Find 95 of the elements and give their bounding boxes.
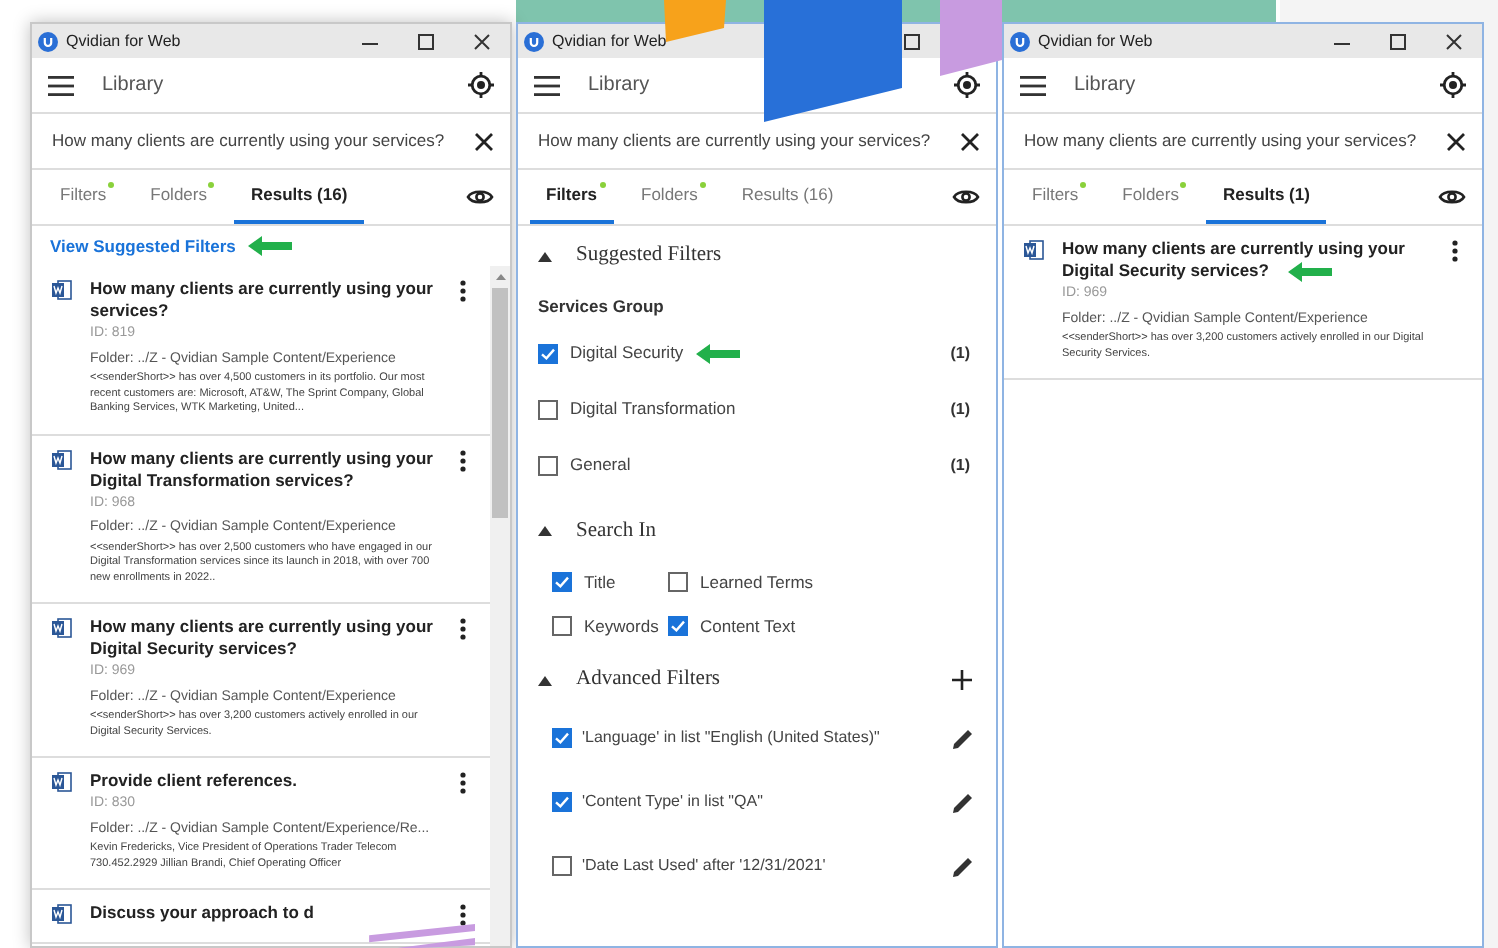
result-title[interactable]: Discuss your approach to d [90,902,448,924]
advanced-filter-label[interactable]: 'Content Type' in list "QA" [582,790,763,815]
pencil-icon[interactable] [952,791,974,814]
close-icon[interactable] [474,131,494,151]
window-title: Qvidian for Web [66,29,181,53]
filter-count: (1) [950,341,970,366]
more-options-icon[interactable] [460,904,466,926]
more-options-icon[interactable] [460,449,466,471]
app-logo-icon [524,31,544,51]
checkbox[interactable] [552,792,572,813]
tab[interactable]: Results (1) [1206,170,1326,224]
word-document-icon [52,280,72,300]
menu-icon[interactable] [534,75,560,95]
library-title: Library [1074,72,1136,100]
word-document-icon [52,449,72,469]
word-document-icon [52,618,72,638]
close-icon[interactable] [1446,131,1466,151]
scroll-up-icon[interactable] [495,274,505,280]
window-title: Qvidian for Web [1038,29,1153,53]
decorative-shape [940,0,1002,76]
tab[interactable]: Folders [134,170,223,224]
search-in-option-label[interactable]: Content Text [700,613,796,639]
search-field[interactable]: How many clients are currently using your services? [32,114,510,170]
section-title[interactable]: Advanced Filters [576,664,721,697]
section-title[interactable]: Search In [576,515,656,548]
filter-option-label[interactable]: General [570,452,631,479]
checkbox[interactable] [552,728,572,749]
more-options-icon[interactable] [460,772,466,794]
checkbox[interactable] [668,615,688,636]
eye-icon[interactable] [1438,188,1466,206]
advanced-filter-label[interactable]: 'Date Last Used' after '12/31/2021' [582,854,826,879]
pencil-icon[interactable] [952,855,974,878]
close-icon[interactable] [472,31,492,51]
library-title: Library [102,72,164,100]
filter-count: (1) [950,397,970,422]
word-document-icon [52,772,72,792]
add-icon[interactable] [952,670,972,691]
pencil-icon[interactable] [952,727,974,750]
target-icon[interactable] [468,72,494,98]
tab[interactable]: Filters [530,170,614,224]
app-logo-icon [1010,31,1030,51]
close-icon[interactable] [960,131,980,151]
scrollbar-thumb[interactable] [492,288,508,518]
view-suggested-filters-link[interactable]: View Suggested Filters [50,233,236,259]
library-title: Library [588,72,650,100]
group-title: Services Group [538,294,666,320]
eye-icon[interactable] [466,188,494,206]
result-title[interactable]: How many clients are currently using your Digital Security services? [1062,238,1440,282]
result-title[interactable]: How many clients are currently using your services? [90,278,448,322]
word-document-icon [1024,240,1044,260]
word-document-icon [52,904,72,924]
search-in-option-label[interactable]: Keywords [584,613,659,639]
advanced-filter-label[interactable]: 'Language' in list "English (United States)" [582,726,880,751]
maximize-icon[interactable] [902,31,922,51]
maximize-icon[interactable] [1388,31,1408,51]
app-logo-icon [38,31,58,51]
tab[interactable]: Results (16) [234,170,364,224]
tab[interactable]: Filters [1016,170,1095,224]
maximize-icon[interactable] [416,31,436,51]
decorative-shape [664,0,726,42]
eye-icon[interactable] [952,188,980,206]
checkbox[interactable] [538,343,558,364]
checkbox[interactable] [538,455,558,476]
checkbox[interactable] [538,399,558,420]
more-options-icon[interactable] [460,618,466,640]
checkbox[interactable] [552,615,572,636]
checkbox[interactable] [552,572,572,593]
tab[interactable]: Filters [44,170,123,224]
checkbox[interactable] [668,572,688,593]
filter-count: (1) [950,453,970,478]
filter-option-label[interactable]: Digital Security [570,340,684,367]
decorative-shape [764,0,902,122]
filter-option-label[interactable]: Digital Transformation [570,396,736,423]
tab[interactable]: Folders [1106,170,1195,224]
caret-icon[interactable] [538,526,552,537]
search-in-option-label[interactable]: Title [584,569,616,595]
tab[interactable]: Folders [625,170,714,224]
result-title[interactable]: Provide client references. [90,770,448,792]
result-title[interactable]: How many clients are currently using your Digital Security services? [90,616,448,660]
more-options-icon[interactable] [1452,240,1458,262]
checkbox[interactable] [552,856,572,877]
caret-icon[interactable] [538,251,552,261]
scrollbar[interactable] [490,266,510,946]
more-options-icon[interactable] [460,280,466,302]
search-in-option-label[interactable]: Learned Terms [700,569,814,595]
target-icon[interactable] [1440,72,1466,98]
close-icon[interactable] [1444,31,1464,51]
section-title[interactable]: Suggested Filters [576,240,722,272]
window-title: Qvidian for Web [552,29,667,53]
caret-icon[interactable] [538,675,552,686]
result-title[interactable]: How many clients are currently using your Digital Transformation services? [90,447,448,491]
menu-icon[interactable] [1020,75,1046,95]
menu-icon[interactable] [48,75,74,95]
tab[interactable]: Results (16) [725,170,850,224]
target-icon[interactable] [954,72,980,98]
